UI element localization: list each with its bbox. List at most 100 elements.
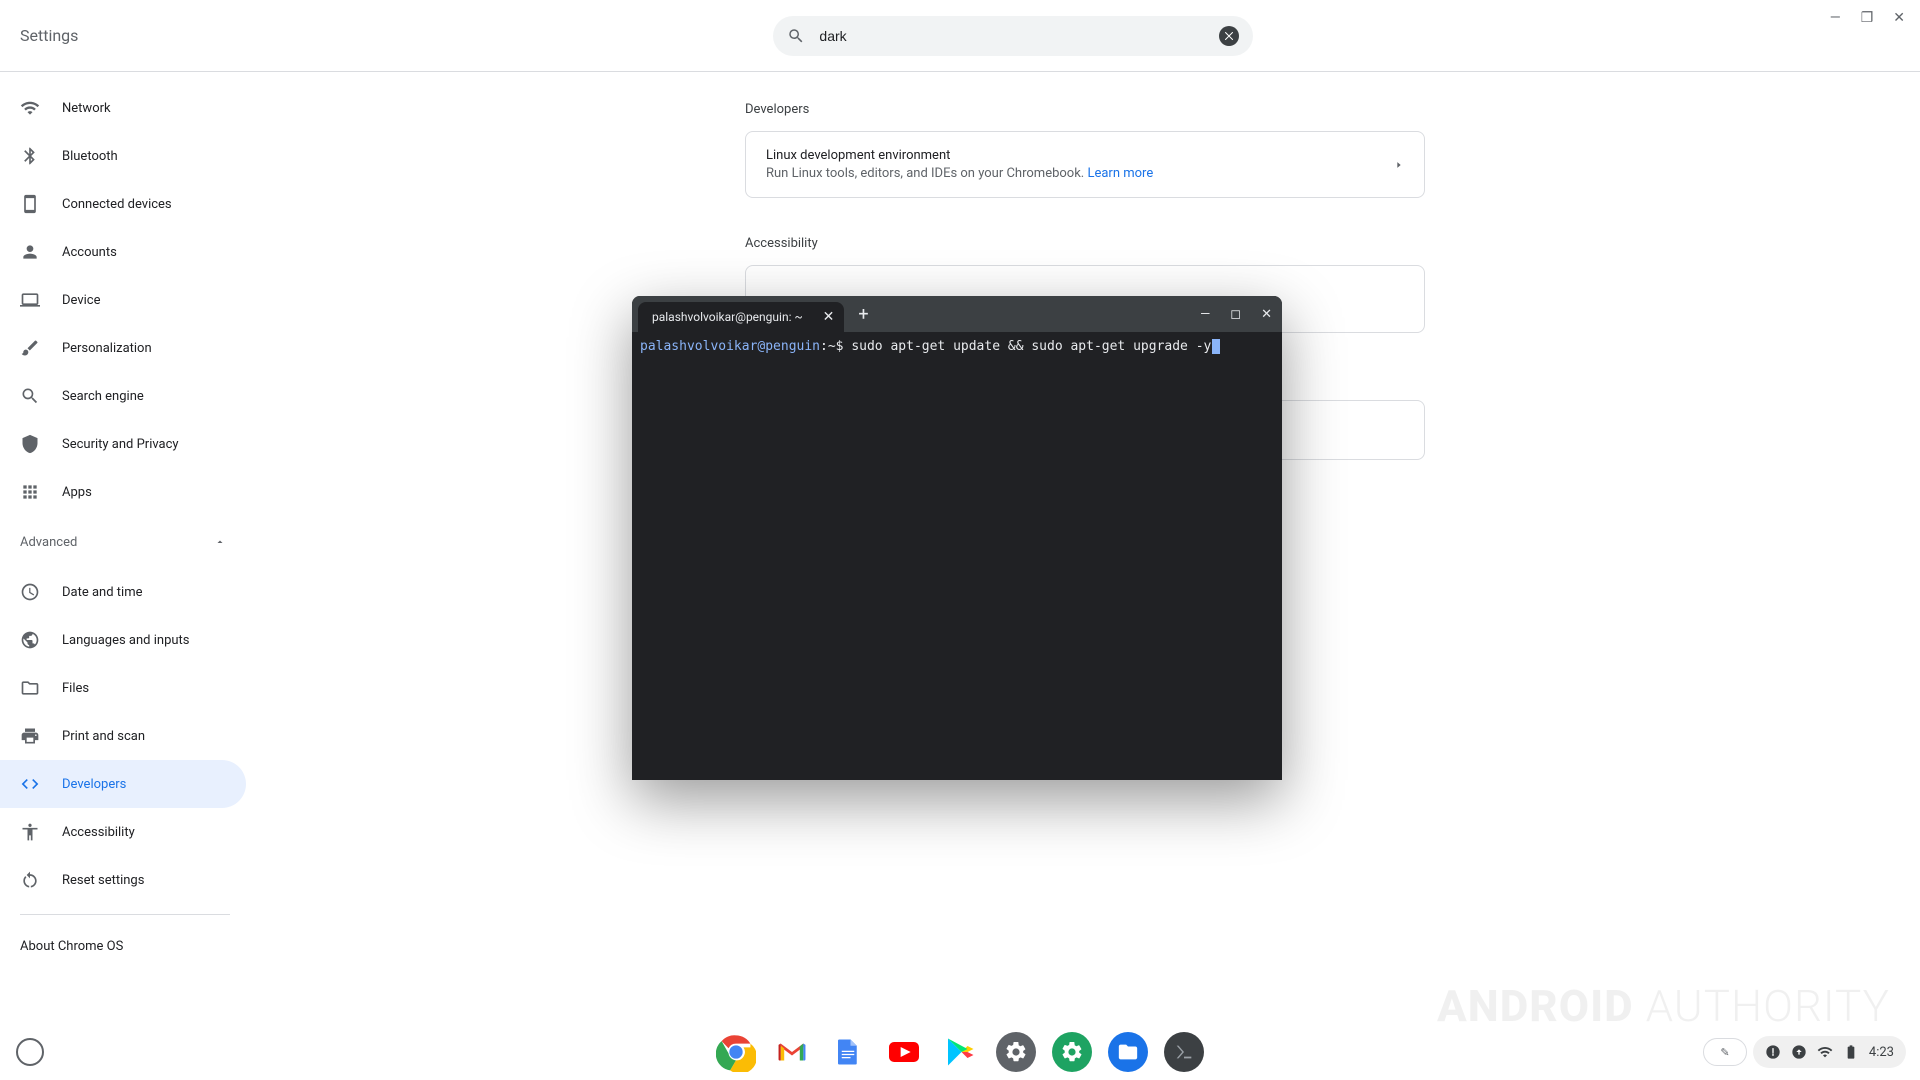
clear-search-button[interactable] [1219,26,1239,46]
terminal-tab[interactable]: palashvolvoikar@penguin: ~ ✕ [638,302,844,332]
sidebar-item-label: Date and time [62,585,143,600]
sidebar-item-label: Accessibility [62,825,135,840]
shelf-right: ✎ 4:23 [1703,1036,1906,1068]
page-title: Settings [20,26,78,45]
terminal-window[interactable]: palashvolvoikar@penguin: ~ ✕ + — ◻ ✕ pal… [632,296,1282,780]
sidebar-item-label: Reset settings [62,873,144,888]
globe-icon [20,630,40,650]
sidebar-item-label: Personalization [62,341,152,356]
shield-icon [20,434,40,454]
print-icon [20,726,40,746]
sidebar-item-accounts[interactable]: Accounts [0,228,246,276]
launcher-button[interactable] [16,1038,44,1066]
advanced-label: Advanced [20,535,77,550]
app-youtube[interactable] [884,1032,924,1072]
sidebar-item-label: Accounts [62,245,117,260]
sidebar: Network Bluetooth Connected devices Acco… [0,72,250,968]
search-icon [787,27,805,45]
terminal-command: sudo apt-get update && sudo apt-get upgr… [851,339,1211,354]
terminal-titlebar[interactable]: palashvolvoikar@penguin: ~ ✕ + — ◻ ✕ [632,296,1282,332]
section-title-accessibility: Accessibility [745,236,1425,251]
app-play-store[interactable] [940,1032,980,1072]
terminal-maximize[interactable]: ◻ [1230,307,1241,322]
wifi-icon [20,98,40,118]
notification-icon [1765,1044,1781,1060]
reset-icon [20,870,40,890]
battery-icon [1843,1044,1859,1060]
terminal-close[interactable]: ✕ [1261,307,1272,322]
learn-more-link[interactable]: Learn more [1087,166,1153,181]
terminal-cursor [1212,339,1220,354]
sidebar-item-connected-devices[interactable]: Connected devices [0,180,246,228]
window-maximize[interactable]: ❐ [1861,10,1874,26]
sidebar-item-label: Network [62,101,111,116]
sidebar-item-label: Bluetooth [62,149,118,164]
advanced-toggle[interactable]: Advanced [0,522,250,562]
sidebar-item-apps[interactable]: Apps [0,468,246,516]
sidebar-item-languages[interactable]: Languages and inputs [0,616,246,664]
chevron-right-icon [1394,160,1404,170]
sidebar-item-bluetooth[interactable]: Bluetooth [0,132,246,180]
sidebar-item-print-scan[interactable]: Print and scan [0,712,246,760]
app-docs[interactable] [828,1032,868,1072]
linux-card-title: Linux development environment [766,148,1394,163]
sidebar-item-security-privacy[interactable]: Security and Privacy [0,420,246,468]
laptop-icon [20,290,40,310]
sidebar-item-about[interactable]: About Chrome OS [0,925,250,968]
sidebar-item-label: Apps [62,485,92,500]
sidebar-item-files[interactable]: Files [0,664,246,712]
window-close[interactable]: ✕ [1893,10,1905,26]
window-minimize[interactable]: — [1830,10,1841,26]
app-android-settings[interactable] [1052,1032,1092,1072]
update-icon [1791,1044,1807,1060]
shelf: ✎ 4:23 [0,1024,1920,1080]
linux-card-sub: Run Linux tools, editors, and IDEs on yo… [766,166,1394,181]
search-box[interactable] [773,16,1253,56]
search-icon [20,386,40,406]
app-gmail[interactable] [772,1032,812,1072]
app-terminal[interactable] [1164,1032,1204,1072]
app-chrome[interactable] [716,1032,756,1072]
sidebar-item-developers[interactable]: Developers [0,760,246,808]
app-files[interactable] [1108,1032,1148,1072]
sidebar-item-device[interactable]: Device [0,276,246,324]
sidebar-item-accessibility[interactable]: Accessibility [0,808,246,856]
close-icon [1223,30,1235,42]
app-settings[interactable] [996,1032,1036,1072]
brush-icon [20,338,40,358]
terminal-body[interactable]: palashvolvoikar@penguin:~$ sudo apt-get … [632,332,1282,362]
sidebar-item-reset[interactable]: Reset settings [0,856,246,904]
sidebar-item-search-engine[interactable]: Search engine [0,372,246,420]
sidebar-item-label: Files [62,681,89,696]
bluetooth-icon [20,146,40,166]
status-tray[interactable]: 4:23 [1753,1036,1906,1068]
clock-icon [20,582,40,602]
window-controls: — ❐ ✕ [1830,10,1905,26]
sidebar-item-label: Device [62,293,101,308]
clock: 4:23 [1869,1045,1894,1060]
watermark: ANDROID AUTHORITY [1437,980,1890,1032]
code-icon [20,774,40,794]
terminal-minimize[interactable]: — [1200,307,1210,322]
sidebar-item-network[interactable]: Network [0,84,246,132]
sidebar-item-date-time[interactable]: Date and time [0,568,246,616]
shelf-apps [716,1032,1204,1072]
wifi-status-icon [1817,1044,1833,1060]
terminal-new-tab[interactable]: + [858,304,868,325]
person-icon [20,242,40,262]
stylus-tray[interactable]: ✎ [1703,1038,1747,1066]
apps-icon [20,482,40,502]
chevron-up-icon [214,536,226,548]
sidebar-item-label: Search engine [62,389,144,404]
sidebar-item-label: Print and scan [62,729,145,744]
sidebar-item-personalization[interactable]: Personalization [0,324,246,372]
terminal-path: :~ [820,339,836,354]
sidebar-item-label: Connected devices [62,197,172,212]
header: Settings [0,0,1920,72]
search-input[interactable] [805,28,1219,44]
terminal-prompt-symbol: $ [836,339,852,354]
section-title-developers: Developers [745,102,1425,117]
sidebar-item-label: Security and Privacy [62,437,179,452]
linux-dev-card[interactable]: Linux development environment Run Linux … [745,131,1425,198]
terminal-tab-close[interactable]: ✕ [823,309,835,325]
